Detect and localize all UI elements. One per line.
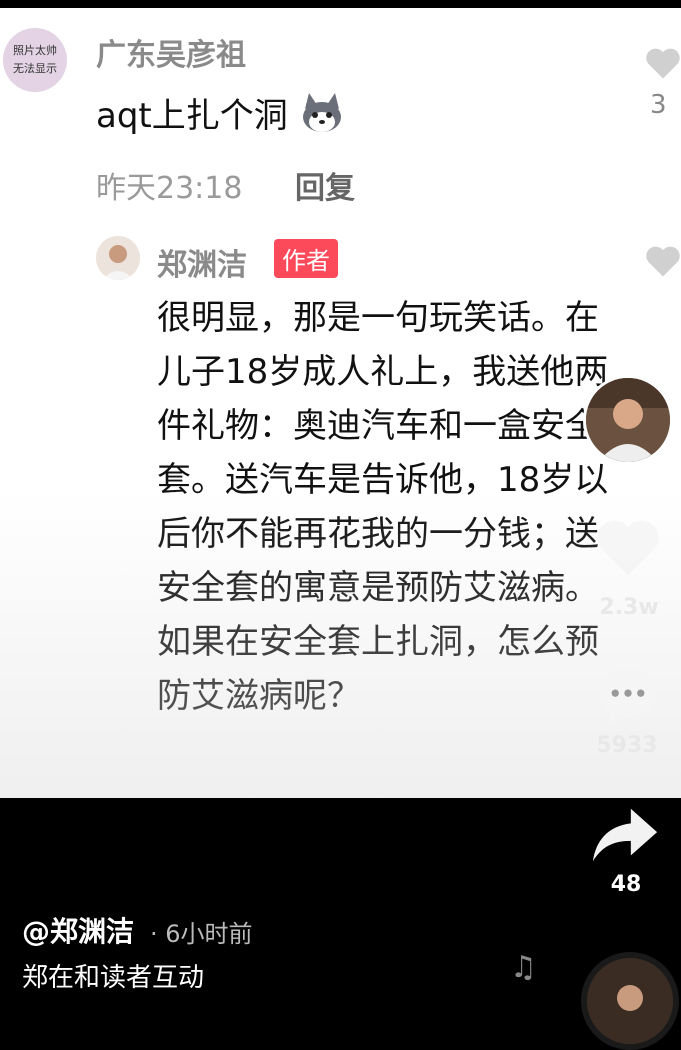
avatar-text-line2: 无法显示 [13,62,57,75]
comment-like-heart-icon[interactable] [644,46,681,80]
reply-button[interactable]: 回复 [295,163,355,207]
music-disc[interactable] [581,952,679,1050]
commenter-username[interactable]: 广东吴彦祖 [96,30,246,74]
share-arrow-icon[interactable] [590,805,660,865]
comment-time: 昨天23:18 [96,171,243,206]
caption-description: 郑在和读者互动 [22,963,205,993]
music-note-icon: ♫ [510,950,537,985]
comment-screenshot: 照片太帅 无法显示 广东吴彦祖 aqt上扎个洞 昨天23:18 回复 3 郑渊洁… [0,8,681,798]
author-avatar[interactable] [96,236,140,280]
caption-username[interactable]: @郑渊洁 [22,910,134,950]
comment-text: aqt上扎个洞 [96,88,345,137]
author-username[interactable]: 郑渊洁 [157,240,247,284]
comment-text-content: aqt上扎个洞 [96,96,288,136]
author-portrait-icon [586,378,670,462]
video-like-count: 2.3w [599,595,659,620]
reply-like-heart-icon[interactable] [644,244,681,278]
avatar-text-line1: 照片太帅 [13,44,57,57]
comment-like-count: 3 [650,90,667,120]
author-reply-text: 很明显，那是一句玩笑话。在儿子18岁成人礼上，我送他两件礼物：奥迪汽车和一盒安全… [157,298,609,716]
caption-time: · 6小时前 [150,920,253,948]
video-comment-count: 5933 [596,733,658,758]
comment-icon[interactable] [594,662,662,730]
author-portrait-icon [96,236,140,280]
author-badge: 作者 [274,239,338,278]
husky-emoji-icon [302,93,341,132]
commenter-avatar[interactable]: 照片太帅 无法显示 [3,28,67,92]
video-author-avatar[interactable] [583,375,673,465]
video-like-heart-icon[interactable] [594,515,662,579]
share-count: 48 [610,872,642,897]
author-portrait-icon [587,958,673,1044]
